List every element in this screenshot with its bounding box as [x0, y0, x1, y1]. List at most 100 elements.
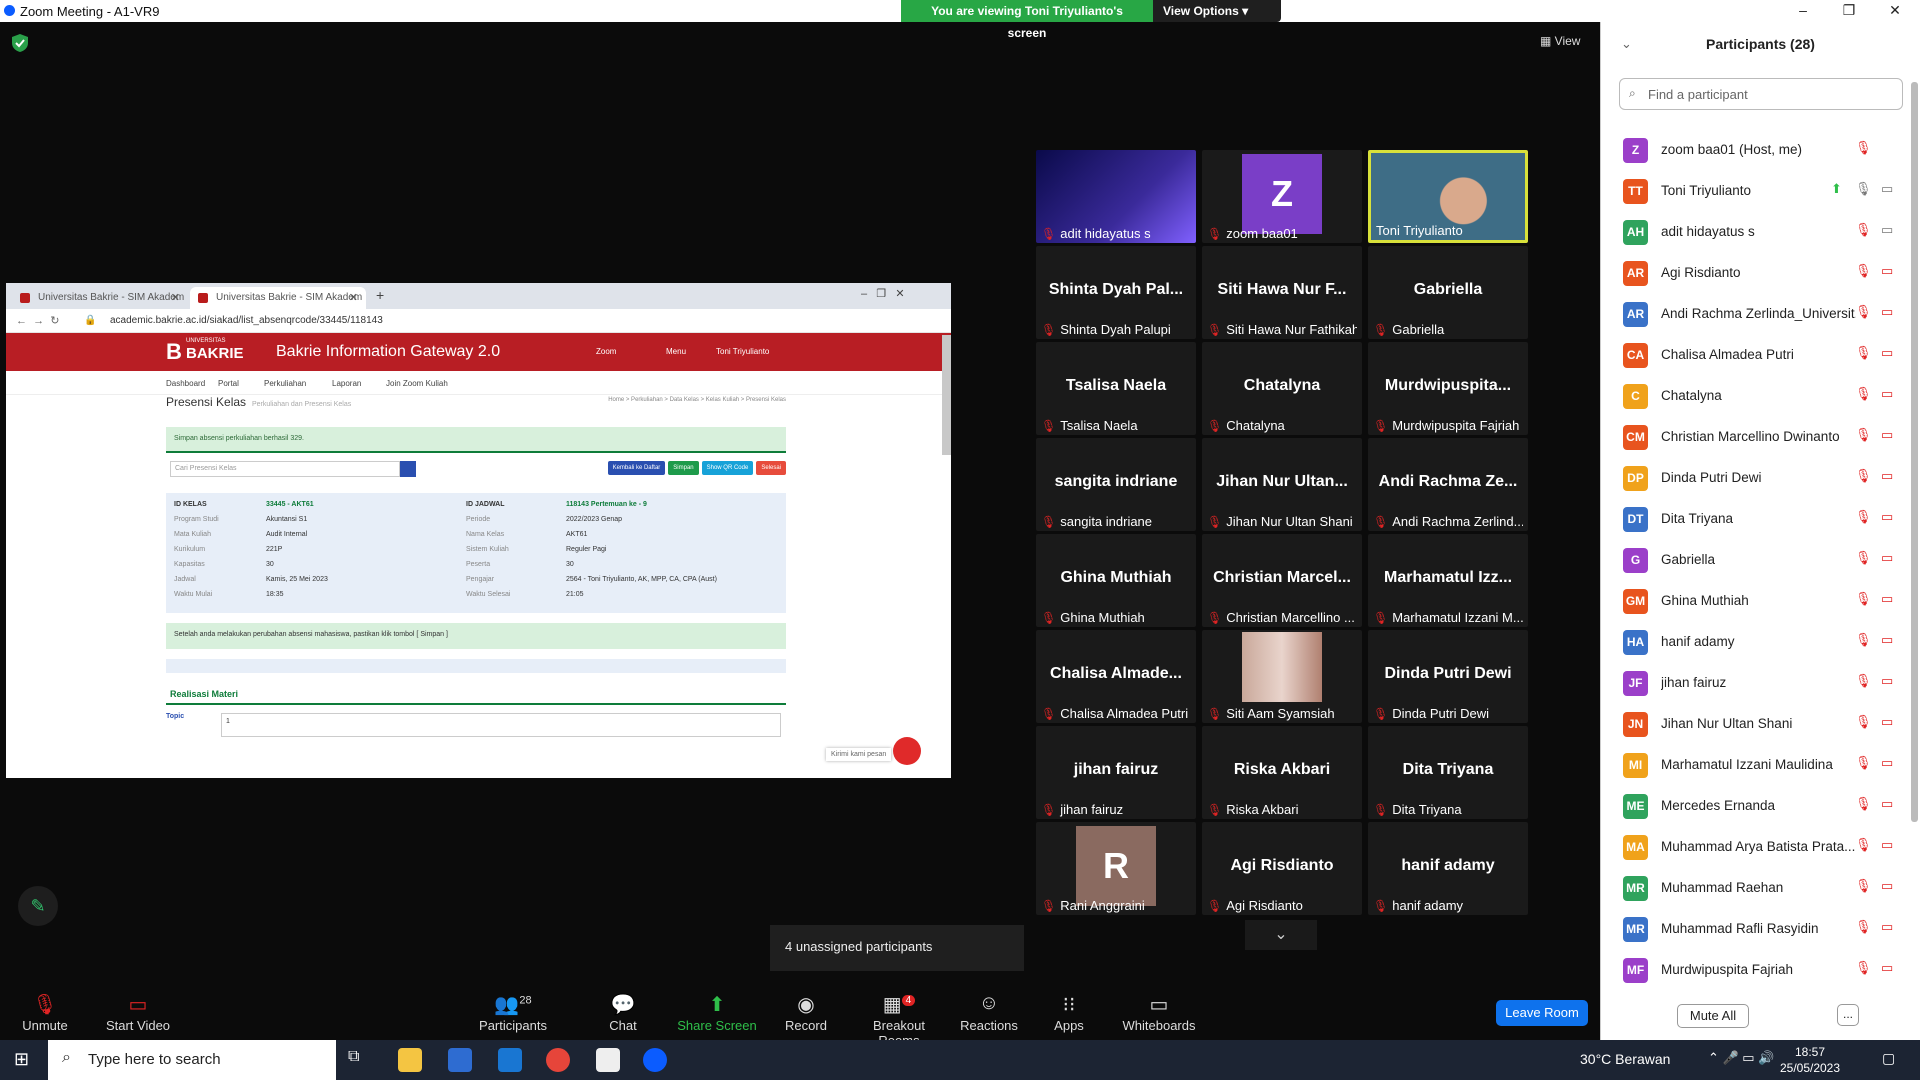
browser-tab-active[interactable]: Universitas Bakrie - SIM Akadem ✕ [190, 287, 366, 309]
annotate-pen-icon[interactable]: ✎ [18, 886, 58, 926]
video-tile[interactable]: sangita indriane 🎙 sangita indriane [1036, 438, 1196, 531]
video-tile[interactable]: Christian Marcel... 🎙 Christian Marcellino… [1202, 534, 1362, 627]
video-tile[interactable]: Gabriella 🎙 Gabriella [1368, 246, 1528, 339]
address-bar[interactable]: ← → ↻ 🔒 academic.bakrie.ac.id/siakad/lis… [6, 309, 951, 333]
video-tile[interactable]: 🎙 Siti Aam Syamsiah [1202, 630, 1362, 723]
view-options-button[interactable]: View Options ▾ [1153, 0, 1281, 22]
browser-tab[interactable]: Universitas Bakrie - SIM Akadem ✕ [12, 287, 188, 309]
header-link[interactable]: Zoom [596, 347, 616, 356]
show-qr-button[interactable]: Show QR Code [701, 461, 754, 475]
finish-button[interactable]: Selesai [756, 461, 786, 475]
participant-row[interactable]: MR Muhammad Rafli Rasyidin 🎙 ▭ [1619, 909, 1909, 950]
nav-item[interactable]: Join Zoom Kuliah [386, 379, 448, 388]
leave-room-button[interactable]: Leave Room [1496, 1000, 1588, 1026]
zoom-app-icon[interactable] [643, 1048, 667, 1072]
search-icon[interactable] [400, 461, 416, 477]
save-button[interactable]: Simpan [668, 461, 699, 475]
video-tile[interactable]: Dinda Putri Dewi 🎙 Dinda Putri Dewi [1368, 630, 1528, 723]
participant-row[interactable]: GM Ghina Muthiah 🎙 ▭ [1619, 581, 1909, 622]
nav-item[interactable]: Portal [218, 379, 239, 388]
participant-row[interactable]: ME Mercedes Ernanda 🎙 ▭ [1619, 786, 1909, 827]
nav-item[interactable]: Dashboard [166, 379, 205, 388]
video-tile[interactable]: Jihan Nur Ultan... 🎙 Jihan Nur Ultan Shani [1202, 438, 1362, 531]
video-tile[interactable]: Agi Risdianto 🎙 Agi Risdianto [1202, 822, 1362, 915]
participant-row[interactable]: DT Dita Triyana 🎙 ▭ [1619, 499, 1909, 540]
chevron-down-icon[interactable]: ⌄ [1245, 920, 1317, 950]
view-button[interactable]: ▦ View [1540, 34, 1580, 48]
windows-start-icon[interactable]: ⊞ [14, 1049, 29, 1070]
video-tile[interactable]: Ghina Muthiah 🎙 Ghina Muthiah [1036, 534, 1196, 627]
participant-row[interactable]: ⬆ TT Toni Triyulianto 🎙 ▭ [1619, 171, 1909, 212]
weather-widget[interactable]: 30°C Berawan [1580, 1051, 1670, 1067]
video-tile[interactable]: Murdwipuspita... 🎙 Murdwipuspita Fajriah [1368, 342, 1528, 435]
participant-row[interactable]: C Chatalyna 🎙 ▭ [1619, 376, 1909, 417]
system-tray-icons[interactable]: ⌃ 🎤 ▭ 🔊 [1708, 1050, 1774, 1066]
video-tile[interactable]: Tsalisa Naela 🎙 Tsalisa Naela [1036, 342, 1196, 435]
apps-button[interactable]: ⁝⁝ Apps [1024, 992, 1114, 1033]
header-link[interactable]: Toni Triyulianto [716, 347, 769, 356]
participants-button[interactable]: 👥28 Participants [468, 992, 558, 1033]
video-tile[interactable]: Siti Hawa Nur F... 🎙 Siti Hawa Nur Fathika… [1202, 246, 1362, 339]
participant-row[interactable]: AR Agi Risdianto 🎙 ▭ [1619, 253, 1909, 294]
url-text[interactable]: academic.bakrie.ac.id/siakad/list_absenq… [110, 315, 383, 326]
video-tile[interactable]: Toni Triyulianto [1368, 150, 1528, 243]
shield-icon[interactable] [12, 34, 28, 52]
mail-icon[interactable] [498, 1048, 522, 1072]
participant-row[interactable]: MF Murdwipuspita Fajriah 🎙 ▭ [1619, 950, 1909, 991]
video-tile[interactable]: Andi Rachma Ze... 🎙 Andi Rachma Zerlind... [1368, 438, 1528, 531]
video-tile[interactable]: Z 🎙 zoom baa01 [1202, 150, 1362, 243]
participant-row[interactable]: G Gabriella 🎙 ▭ [1619, 540, 1909, 581]
unassigned-participants-toast[interactable]: 4 unassigned participants [770, 925, 1024, 971]
store-icon[interactable] [448, 1048, 472, 1072]
participant-row[interactable]: AR Andi Rachma Zerlinda_Universit... 🎙 ▭ [1619, 294, 1909, 335]
chat-button[interactable]: 💬 Chat [578, 992, 668, 1033]
page-scrollbar[interactable] [942, 335, 951, 455]
video-tile[interactable]: Chatalyna 🎙 Chatalyna [1202, 342, 1362, 435]
participant-row[interactable]: AH adit hidayatus s 🎙 ▭ [1619, 212, 1909, 253]
video-tile[interactable]: hanif adamy 🎙 hanif adamy [1368, 822, 1528, 915]
taskbar-search-input[interactable]: Type here to search [48, 1040, 336, 1080]
taskbar-clock[interactable]: 18:57 25/05/2023 [1770, 1044, 1850, 1076]
nav-item[interactable]: Perkuliahan [264, 379, 306, 388]
share-screen-button[interactable]: ⬆ Share Screen [672, 992, 762, 1033]
video-tile[interactable]: R 🎙 Rani Anggraini [1036, 822, 1196, 915]
more-options-button[interactable]: ... [1837, 1004, 1859, 1026]
close-button[interactable]: ✕ [1872, 0, 1918, 22]
maximize-button[interactable]: ❐ [1826, 0, 1872, 22]
nav-item[interactable]: Laporan [332, 379, 361, 388]
presensi-search-input[interactable]: Cari Presensi Kelas [170, 461, 400, 477]
participant-scrollbar[interactable] [1911, 82, 1918, 822]
back-to-list-button[interactable]: Kembali ke Daftar [607, 461, 666, 475]
reactions-button[interactable]: ☺ Reactions [944, 992, 1034, 1033]
participant-row[interactable]: JN Jihan Nur Ultan Shani 🎙 ▭ [1619, 704, 1909, 745]
document-app-icon[interactable] [596, 1048, 620, 1072]
nav-arrows-icon[interactable]: ← → ↻ [16, 314, 59, 327]
participant-row[interactable]: MA Muhammad Arya Batista Prata... 🎙 ▭ [1619, 827, 1909, 868]
video-tile[interactable]: Shinta Dyah Pal... 🎙 Shinta Dyah Palupi [1036, 246, 1196, 339]
participant-row[interactable]: MI Marhamatul Izzani Maulidina 🎙 ▭ [1619, 745, 1909, 786]
header-link[interactable]: Menu [666, 347, 686, 356]
participant-row[interactable]: JF jihan fairuz 🎙 ▭ [1619, 663, 1909, 704]
topic-input[interactable]: 1 [221, 713, 781, 737]
record-button[interactable]: ◉ Record [761, 992, 851, 1033]
participant-row[interactable]: CA Chalisa Almadea Putri 🎙 ▭ [1619, 335, 1909, 376]
file-explorer-icon[interactable] [398, 1048, 422, 1072]
participant-row[interactable]: CM Christian Marcellino Dwinanto 🎙 ▭ [1619, 417, 1909, 458]
participant-row[interactable]: HA hanif adamy 🎙 ▭ [1619, 622, 1909, 663]
chat-bubble-icon[interactable] [893, 737, 921, 765]
minimize-button[interactable]: – [1780, 0, 1826, 22]
start-video-button[interactable]: ▭ Start Video [93, 992, 183, 1033]
whiteboards-button[interactable]: ▭ Whiteboards [1114, 992, 1204, 1033]
video-tile[interactable]: 🎙 adit hidayatus s [1036, 150, 1196, 243]
video-tile[interactable]: Riska Akbari 🎙 Riska Akbari [1202, 726, 1362, 819]
participant-row[interactable]: DP Dinda Putri Dewi 🎙 ▭ [1619, 458, 1909, 499]
participant-row[interactable]: Zzoom baa01 (Host, me) 🎙 [1619, 130, 1909, 171]
new-tab-icon[interactable]: + [376, 287, 384, 303]
close-tab-icon[interactable]: ✕ [171, 291, 180, 304]
close-tab-icon[interactable]: ✕ [349, 291, 358, 304]
video-tile[interactable]: Dita Triyana 🎙 Dita Triyana [1368, 726, 1528, 819]
task-view-icon[interactable]: ⧉ [348, 1048, 372, 1072]
unmute-button[interactable]: 🎙 Unmute [0, 992, 90, 1033]
notification-icon[interactable]: ▢ [1882, 1050, 1895, 1067]
video-tile[interactable]: Chalisa Almade... 🎙 Chalisa Almadea Putri [1036, 630, 1196, 723]
